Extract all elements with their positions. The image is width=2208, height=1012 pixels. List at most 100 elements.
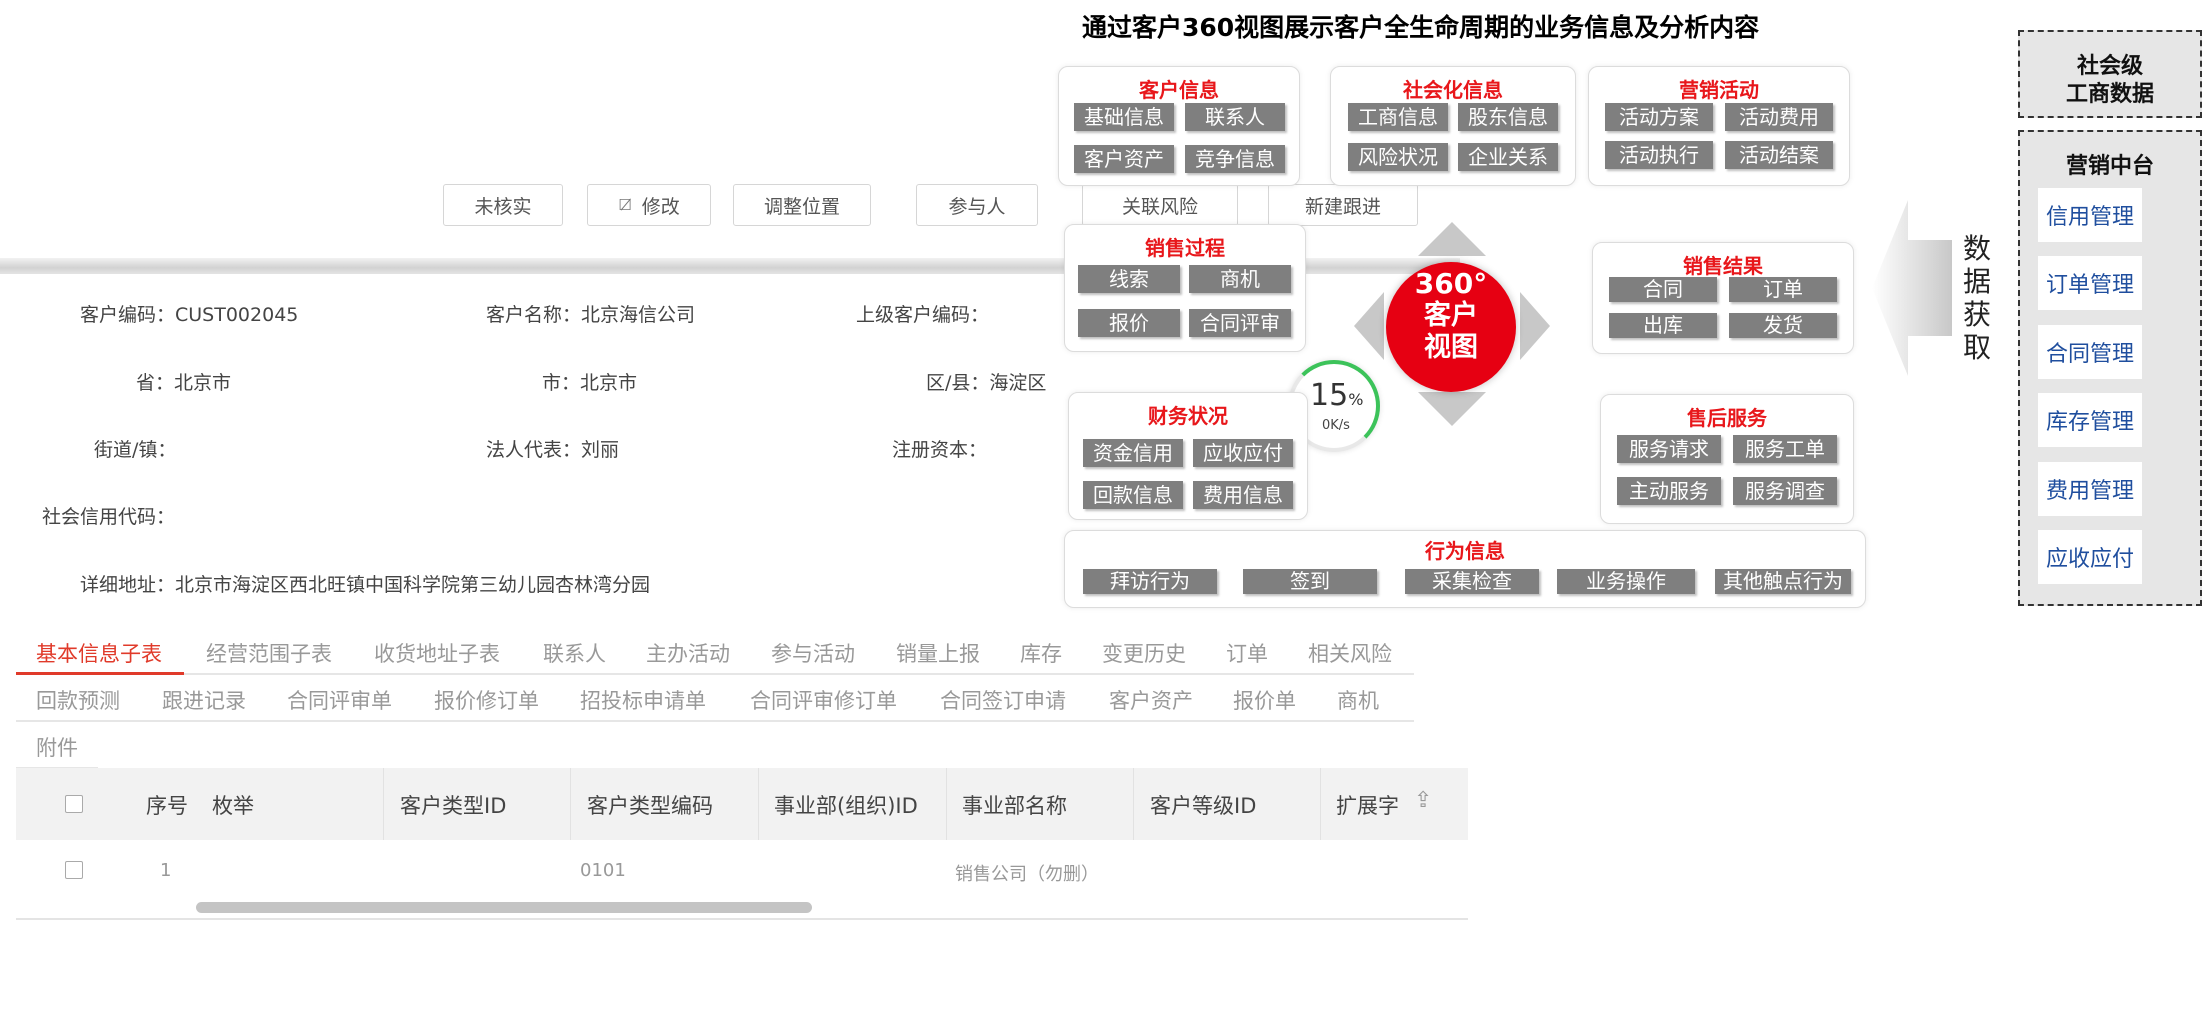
adjust-position-button[interactable]: 调整位置 [733,184,871,226]
tab-attachments[interactable]: 附件 [36,732,78,762]
new-followup-button[interactable]: 新建跟进 [1268,184,1418,226]
card-after-sales: 售后服务 服务请求 服务工单 主动服务 服务调查 [1600,394,1854,524]
row-checkbox[interactable] [65,861,83,879]
chip-check-in: 签到 [1243,569,1377,594]
province-field: 省：北京市 [136,372,232,394]
tab-contract-review[interactable]: 合同评审单 [287,685,392,715]
col-extension: 扩展字 [1336,794,1399,818]
col-divider [570,768,571,840]
center-line1: 360° [1414,267,1488,300]
district-field: 区/县：海淀区 [926,372,1047,394]
platform-item-inventory: 库存管理 [2038,393,2142,447]
chip-delivery: 发货 [1729,313,1837,338]
button-label: 调整位置 [763,195,840,218]
col-type-code: 客户类型编码 [587,794,713,818]
platform-item-expenses: 费用管理 [2038,462,2142,516]
col-org-name: 事业部名称 [962,794,1067,818]
tab-inventory[interactable]: 库存 [1020,638,1062,668]
reg-capital-field: 注册资本： [892,439,988,461]
tab-customer-assets[interactable]: 客户资产 [1109,685,1193,715]
edit-icon: ☐̸ [618,196,632,214]
chip-visit-behavior: 拜访行为 [1083,569,1217,594]
chip-quotation: 报价 [1078,309,1180,337]
tab-hosted-activities[interactable]: 主办活动 [646,638,730,668]
tab-sales-report[interactable]: 销量上报 [896,638,980,668]
col-divider [1320,768,1321,840]
arrow-left-icon [1354,292,1384,360]
horizontal-scrollbar[interactable] [196,902,812,913]
chip-activity-cost: 活动费用 [1725,103,1833,131]
tab-contract-review-revision[interactable]: 合同评审修订单 [750,685,897,715]
card-title: 售后服务 [1687,406,1767,430]
unverified-button[interactable]: 未核实 [443,184,563,226]
chip-activity-closure: 活动结案 [1725,141,1833,169]
platform-item-contracts: 合同管理 [2038,325,2142,379]
chip-business-operation: 业务操作 [1557,569,1695,594]
tab-contacts[interactable]: 联系人 [543,638,606,668]
arrow-up-icon [1418,222,1486,256]
edit-button[interactable]: ☐̸ 修改 [587,184,711,226]
chip-proactive-service: 主动服务 [1617,477,1721,505]
chip-expense-info: 费用信息 [1193,481,1293,509]
col-divider [946,768,947,840]
chip-activity-execution: 活动执行 [1605,141,1713,169]
chip-outbound: 出库 [1609,313,1717,338]
center-line2: 客户 [1424,300,1478,331]
tab-related-risk[interactable]: 相关风险 [1308,638,1392,668]
chip-order: 订单 [1729,277,1837,302]
card-title: 行为信息 [1425,539,1505,563]
col-level-id: 客户等级ID [1150,794,1257,818]
button-label: 关联风险 [1121,195,1198,218]
table-bottom-border [16,918,1468,920]
speed-rate: 0K/s [1322,418,1350,433]
tab-payment-forecast[interactable]: 回款预测 [36,685,120,715]
customer-name-field: 客户名称：北京海信公司 [486,304,696,326]
chip-basic-info: 基础信息 [1074,103,1174,131]
center-360-view: 360° 客户 视图 [1386,262,1516,392]
related-risk-button[interactable]: 关联风险 [1082,184,1238,226]
participants-button[interactable]: 参与人 [916,184,1038,226]
tab-orders[interactable]: 订单 [1226,638,1268,668]
parent-code-field: 上级客户编码： [856,304,990,326]
tab-joined-activities[interactable]: 参与活动 [771,638,855,668]
tab-basic-info[interactable]: 基本信息子表 [36,638,162,668]
card-finance: 财务状况 资金信用 应收应付 回款信息 费用信息 [1068,392,1308,520]
tab-shipping-address[interactable]: 收货地址子表 [374,638,500,668]
button-label: 新建跟进 [1304,195,1381,218]
chip-service-survey: 服务调查 [1733,477,1837,505]
select-all-checkbox[interactable] [65,795,83,813]
export-icon[interactable]: ⇪ [1414,788,1432,813]
chip-receivables-payables: 应收应付 [1193,439,1293,467]
tab-quotes[interactable]: 报价单 [1233,685,1296,715]
card-social-info: 社会化信息 工商信息 股东信息 风险状况 企业关系 [1330,66,1576,186]
chip-shareholders: 股东信息 [1458,103,1558,131]
chip-business-registration: 工商信息 [1348,103,1448,131]
tab-bidding-request[interactable]: 招投标申请单 [580,685,706,715]
chip-activity-plan: 活动方案 [1605,103,1713,131]
tab-opportunities[interactable]: 商机 [1337,685,1379,715]
chip-risk-status: 风险状况 [1348,143,1448,171]
chip-leads: 线索 [1078,265,1180,293]
tab-quote-revision[interactable]: 报价修订单 [434,685,539,715]
percent-unit: % [1348,390,1364,409]
chip-contacts: 联系人 [1185,103,1285,131]
platform-title: 营销中台 [2065,154,2154,179]
tab-business-scope[interactable]: 经营范围子表 [206,638,332,668]
card-sales-process: 销售过程 线索 商机 报价 合同评审 [1064,224,1306,352]
active-tab-indicator [16,672,184,675]
chip-contract-review: 合同评审 [1189,309,1291,337]
tab-change-history[interactable]: 变更历史 [1102,638,1186,668]
tab-divider [184,673,1414,675]
card-title: 社会化信息 [1403,78,1503,102]
cell-index: 1 [160,860,172,881]
tab-contract-sign-request[interactable]: 合同签订申请 [940,685,1066,715]
chip-competition: 竞争信息 [1185,145,1285,173]
platform-item-credit: 信用管理 [2038,188,2142,242]
arrow-down-icon [1418,392,1486,426]
cell-org-name: 销售公司（勿删） [955,864,1099,885]
tab-followup-records[interactable]: 跟进记录 [162,685,246,715]
data-fetch-label: 数据获取 [1962,232,1991,364]
col-divider [1133,768,1134,840]
chip-service-request: 服务请求 [1617,435,1721,463]
col-type-id: 客户类型ID [400,794,507,818]
